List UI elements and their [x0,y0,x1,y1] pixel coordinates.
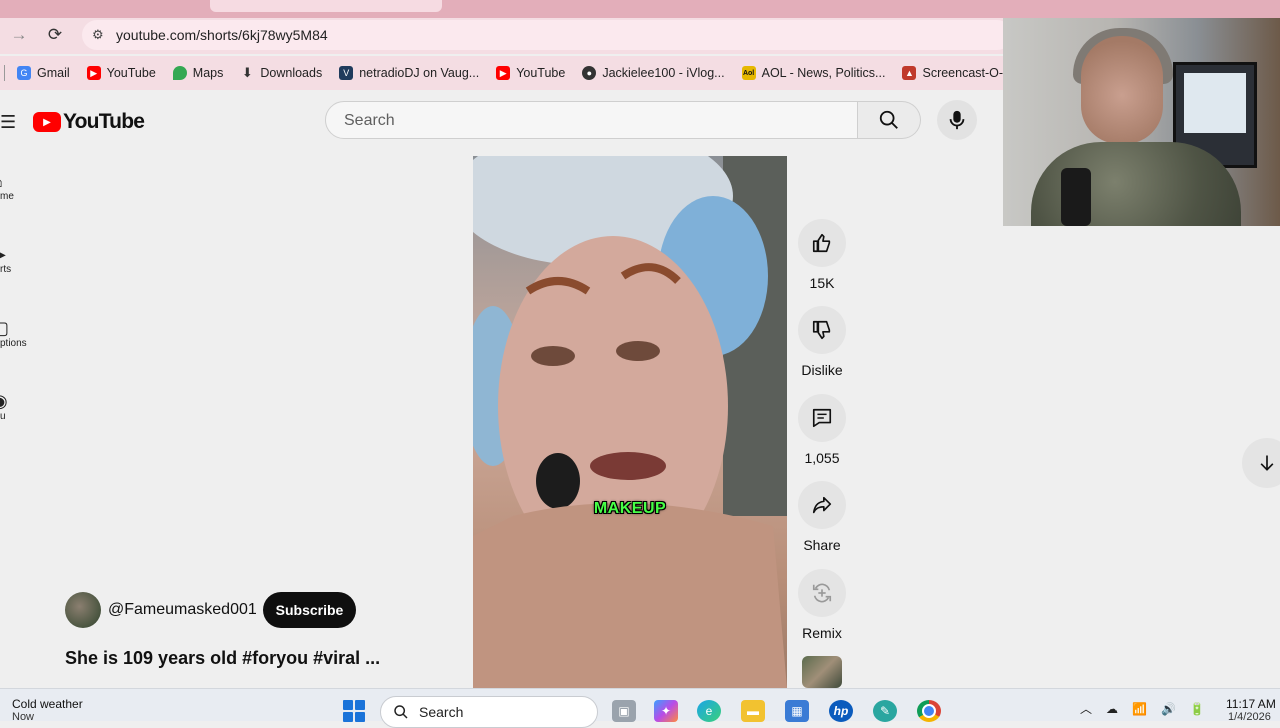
dislike-label: Dislike [801,362,843,378]
taskbar-clock-date: 1/4/2026 [1228,711,1271,723]
remix-action[interactable]: Remix [797,569,847,641]
mic-icon [949,110,965,130]
active-tab[interactable] [210,0,442,12]
share-action[interactable]: Share [797,481,847,553]
channel-avatar[interactable] [65,592,101,628]
system-tray: ︿ ☁ 📶 🔊 🔋 [1080,700,1219,717]
microsoft-store-icon[interactable]: ▦ [785,700,809,722]
like-button[interactable] [798,219,846,267]
webcam-microphone [1061,168,1091,226]
wifi-icon[interactable]: 📶 [1132,702,1147,716]
channel-thumbnail[interactable] [802,656,842,688]
video-caption: MAKEUP [593,500,667,517]
search-icon [879,110,898,129]
bookmark-separator [4,65,5,81]
remix-button[interactable] [798,569,846,617]
maps-icon [172,66,187,80]
comment-icon [812,408,832,428]
hp-icon[interactable]: hp [829,700,853,722]
arrow-down-icon [1260,455,1274,471]
bookmark-maps[interactable]: Maps [172,66,223,80]
url-text: youtube.com/shorts/6kj78wy5M84 [116,27,328,43]
app-icon[interactable]: ✎ [873,700,897,722]
like-count: 15K [809,275,835,291]
search-button[interactable] [858,101,921,139]
bookmark-netradio[interactable]: VnetradioDJ on Vaug... [339,66,479,80]
bookmark-gmail[interactable]: G Gmail [17,66,70,80]
chevron-up-icon[interactable]: ︿ [1080,700,1092,717]
omnibox[interactable]: ⚙ youtube.com/shorts/6kj78wy5M84 [82,20,1012,50]
aol-icon: Aol [741,66,756,80]
search-box [325,101,858,140]
voice-search-button[interactable] [937,100,977,140]
search-icon [394,705,408,719]
channel-handle[interactable]: @Fameumasked001 [108,601,257,619]
you-icon: ◉ [0,391,36,411]
forward-icon[interactable]: → [6,22,32,48]
webcam-monitor-screen [1184,73,1246,133]
video-frame-illustration [473,156,787,688]
sidebar-item-home[interactable]: ⌂me [0,171,36,202]
video-title[interactable]: She is 109 years old #foryou #viral ... [65,648,380,669]
shorts-icon: ▶ [0,244,36,264]
windows-start-icon[interactable] [343,700,365,722]
search-input[interactable] [342,102,846,140]
subscriptions-icon: ▢ [0,318,10,338]
like-action[interactable]: 15K [797,219,847,291]
bookmark-aol[interactable]: Aol AOL - News, Politics... [741,66,885,80]
chrome-icon[interactable] [917,700,941,722]
tab-strip [0,0,1280,18]
comment-count: 1,055 [804,450,840,466]
bookmark-youtube-2[interactable]: ▶ YouTube [496,66,565,80]
bookmark-jackielee[interactable]: ● Jackielee100 - iVlog... [582,66,725,80]
onedrive-icon[interactable]: ☁ [1106,702,1118,716]
netradio-icon: V [339,66,354,80]
webcam-overlay [1003,18,1280,226]
youtube-icon: ▶ [496,66,511,80]
weather-widget-subtitle: Now [12,711,35,723]
screencast-icon: ▲ [902,66,917,80]
edge-icon[interactable]: e [697,700,721,722]
share-button[interactable] [798,481,846,529]
sidebar-item-shorts[interactable]: ▶rts [0,244,36,275]
site-info-icon[interactable]: ⚙ [92,27,106,43]
dislike-action[interactable]: Dislike [797,306,847,378]
copilot-icon[interactable]: ✦ [654,700,678,722]
share-label: Share [803,537,841,553]
share-icon [812,496,832,514]
task-view-icon[interactable]: ▣ [612,700,636,722]
sidebar-item-you[interactable]: ◉u [0,391,36,422]
short-video-player[interactable]: MAKEUP [473,156,787,688]
subscribe-button[interactable]: Subscribe [263,592,356,628]
weather-widget-title[interactable]: Cold weather [12,697,83,711]
remix-label: Remix [802,625,842,641]
youtube-icon: ▶ [86,66,101,80]
thumbs-down-icon [812,320,831,340]
taskbar-search[interactable]: Search [380,696,598,728]
sidebar-item-subscriptions[interactable]: ▢ ptions [0,318,36,349]
bookmark-downloads[interactable]: ⬇ Downloads [240,65,322,80]
youtube-play-icon: ▶ [33,112,61,132]
volume-icon[interactable]: 🔊 [1161,702,1176,716]
remix-icon [812,583,832,603]
file-explorer-icon[interactable]: ▬ [741,700,765,722]
battery-icon[interactable]: 🔋 [1190,702,1205,716]
home-icon: ⌂ [0,171,36,191]
download-icon: ⬇ [241,65,253,80]
vlog-icon: ● [582,66,597,80]
menu-icon[interactable]: ☰ [0,112,16,133]
comments-button[interactable] [798,394,846,442]
reload-icon[interactable]: ⟳ [42,22,68,48]
webcam-person-face [1081,36,1163,144]
google-icon: G [17,66,31,80]
dislike-button[interactable] [798,306,846,354]
comments-action[interactable]: 1,055 [797,394,847,466]
bookmark-youtube[interactable]: ▶ YouTube [86,66,156,80]
thumbs-up-icon [812,233,831,253]
taskbar-clock-time[interactable]: 11:17 AM [1226,697,1276,711]
youtube-logo[interactable]: ▶ YouTube [33,110,145,134]
